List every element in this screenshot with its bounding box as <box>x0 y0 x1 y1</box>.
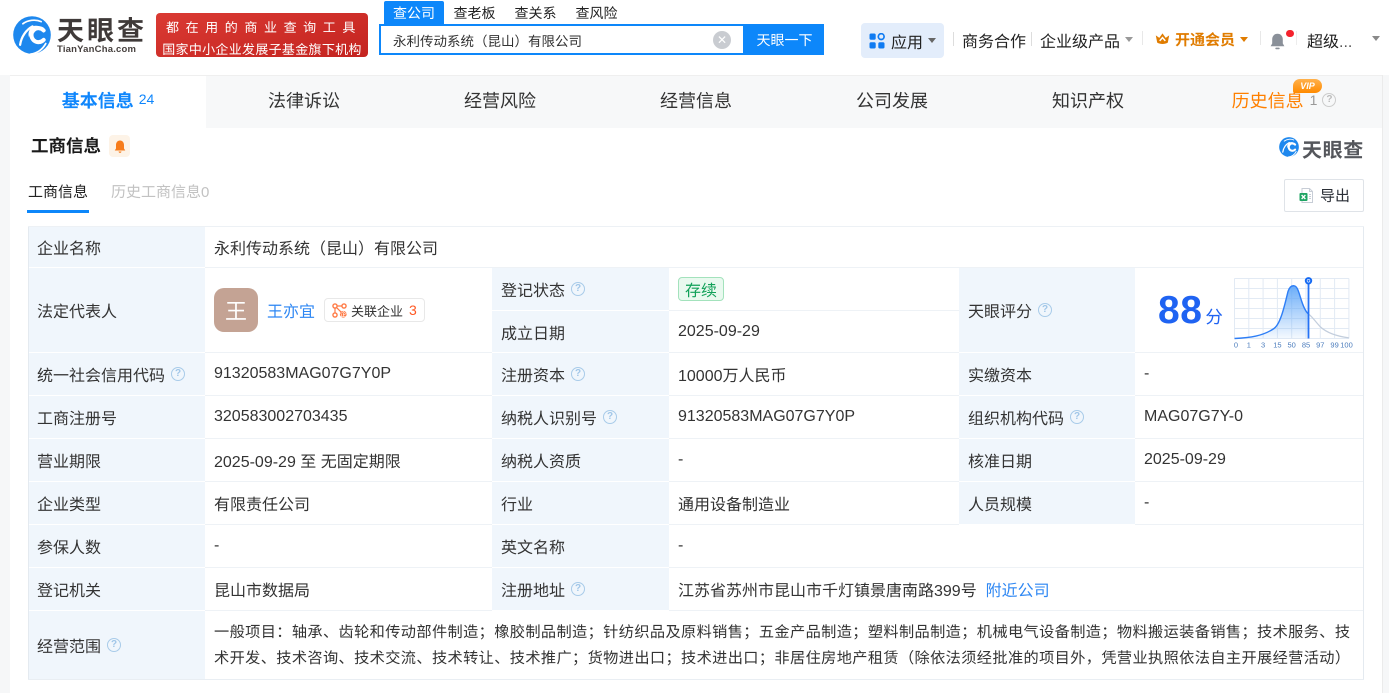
svg-text:100: 100 <box>1340 341 1353 350</box>
svg-text:3: 3 <box>1261 341 1265 350</box>
svg-text:15: 15 <box>1273 341 1281 350</box>
svg-text:85: 85 <box>1302 341 1310 350</box>
svg-text:50: 50 <box>1288 341 1296 350</box>
svg-text:企: 企 <box>340 308 347 317</box>
svg-text:97: 97 <box>1316 341 1324 350</box>
svg-text:99: 99 <box>1330 341 1338 350</box>
svg-text:1: 1 <box>1247 341 1251 350</box>
svg-text:0: 0 <box>1234 341 1238 350</box>
